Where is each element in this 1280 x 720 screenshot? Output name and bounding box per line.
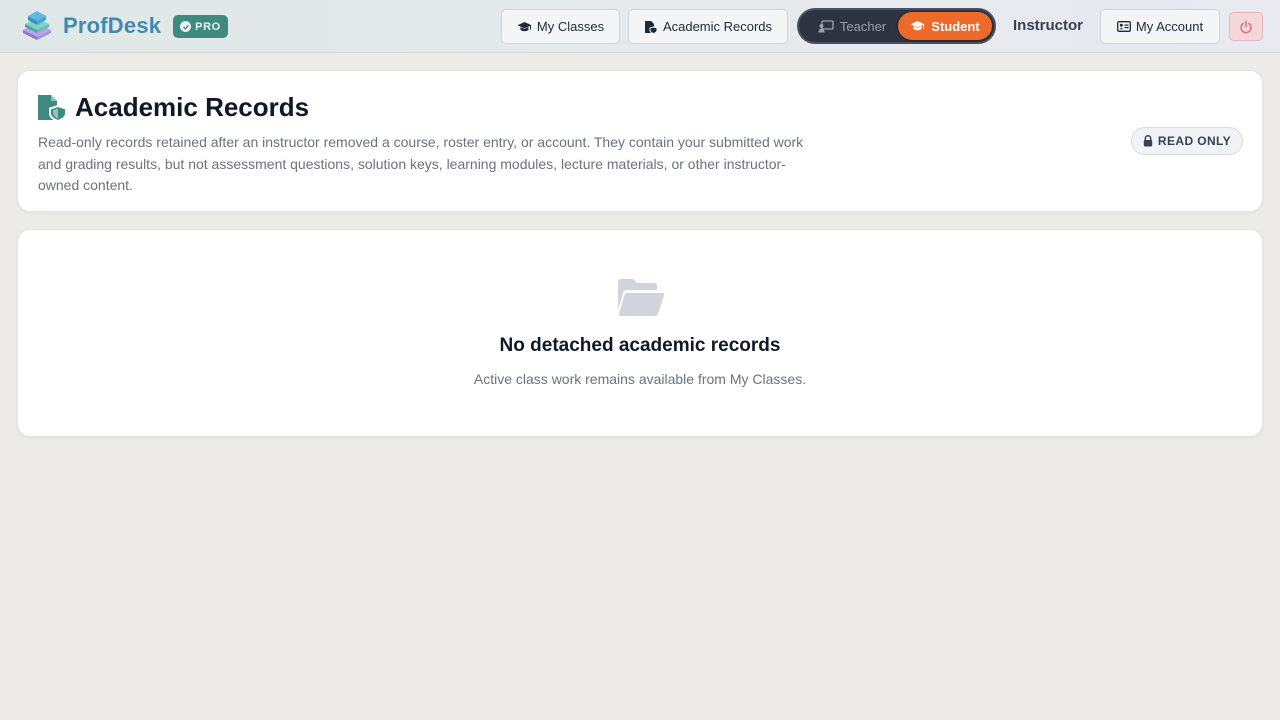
page-description: Read-only records retained after an inst…	[38, 134, 804, 194]
my-account-label: My Account	[1135, 19, 1204, 34]
lock-icon	[1143, 135, 1153, 147]
page-title: Academic Records	[75, 92, 310, 122]
logout-button[interactable]	[1229, 12, 1263, 41]
current-role-label: Instructor	[1013, 17, 1084, 34]
graduation-cap-icon	[517, 21, 532, 31]
read-only-label: READ ONLY	[1157, 134, 1232, 148]
role-option-student[interactable]: Student	[898, 12, 992, 40]
read-only-badge: READ ONLY	[1131, 127, 1243, 155]
empty-state-subtitle: Active class work remains available from…	[473, 371, 807, 387]
page-title-row: Academic Records	[37, 92, 309, 123]
role-teacher-label: Teacher	[839, 18, 887, 34]
open-folder-icon	[618, 279, 665, 316]
academic-records-button[interactable]: Academic Records	[628, 9, 788, 44]
records-header-card: Academic Records Read-only records retai…	[17, 70, 1263, 212]
graduation-cap-icon	[910, 21, 925, 31]
my-account-button[interactable]: My Account	[1100, 9, 1220, 44]
role-option-teacher[interactable]: Teacher	[809, 12, 895, 40]
top-bar: ProfDesk PRO My Classes Academic Records	[0, 0, 1280, 53]
brand[interactable]: ProfDesk	[19, 10, 161, 42]
file-shield-icon	[644, 20, 658, 34]
role-student-label: Student	[931, 18, 980, 34]
empty-state-title: No detached academic records	[499, 335, 781, 356]
role-toggle: Teacher Student	[797, 8, 996, 44]
pro-badge-label: PRO	[195, 20, 221, 33]
app-name: ProfDesk	[63, 13, 162, 38]
my-classes-label: My Classes	[536, 19, 605, 34]
my-classes-button[interactable]: My Classes	[501, 9, 620, 44]
empty-state-card: No detached academic records Active clas…	[17, 229, 1263, 437]
power-icon	[1240, 19, 1252, 33]
pro-badge: PRO	[173, 15, 228, 38]
file-shield-icon	[38, 94, 67, 122]
chalkboard-teacher-icon	[818, 19, 834, 32]
book-stack-icon	[23, 11, 51, 40]
academic-records-label: Academic Records	[662, 19, 773, 34]
id-card-icon	[1116, 21, 1131, 32]
check-circle-icon	[180, 21, 192, 32]
